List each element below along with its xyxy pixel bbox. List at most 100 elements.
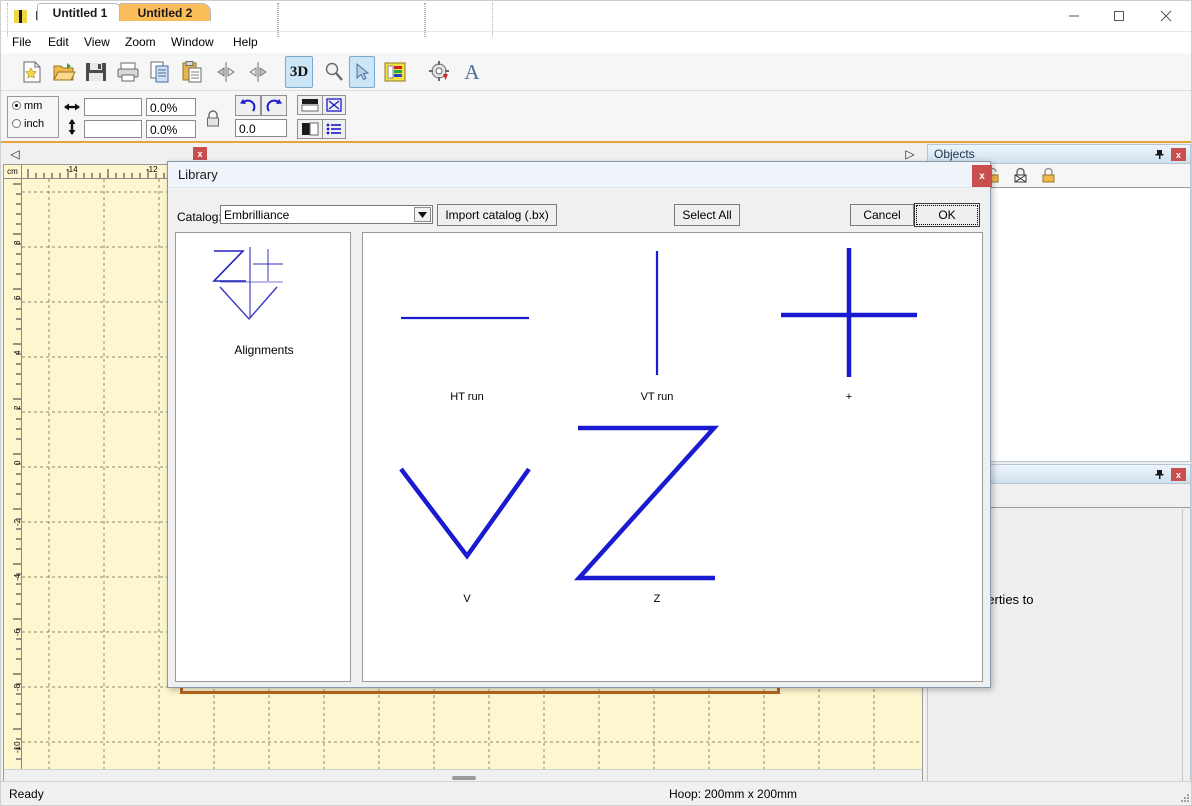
hruler-label-0: -14 (66, 165, 78, 174)
maximize-button[interactable] (1096, 1, 1141, 31)
cancel-button[interactable]: Cancel (850, 204, 914, 226)
list-view-icon[interactable] (322, 119, 346, 139)
unit-mm-label: mm (24, 100, 43, 112)
text-letter-a-icon[interactable]: A (457, 56, 487, 88)
menu-zoom[interactable]: Zoom (123, 35, 158, 51)
flip-vertical-icon[interactable] (243, 56, 273, 88)
vruler-label-9: -10 (13, 741, 22, 753)
text-tool-label: A (464, 59, 480, 84)
objects-panel-close-button[interactable]: x (1171, 148, 1186, 161)
design-item-vt-run[interactable]: VT run (567, 243, 747, 403)
height-percent-input[interactable]: 0.0% (146, 120, 196, 138)
design-item-v[interactable]: V (377, 423, 557, 608)
tab-untitled-1[interactable]: Untitled 1 (37, 3, 123, 21)
pin-icon[interactable] (1153, 148, 1166, 161)
radio-dot-inch (12, 119, 21, 128)
design-item-z[interactable]: Z (567, 423, 747, 608)
align-horizontal-icon[interactable] (297, 95, 323, 115)
menu-file[interactable]: File (10, 35, 33, 51)
library-dialog-toolbar: Catalog: Embrilliance Import catalog (.b… (168, 188, 990, 234)
resize-grip[interactable] (1178, 791, 1190, 803)
design-label-vt-run: VT run (640, 391, 674, 403)
menu-view[interactable]: View (82, 35, 112, 51)
properties-scrollbar[interactable] (1182, 509, 1190, 781)
color-list-icon[interactable] (380, 56, 410, 88)
objects-panel-title: Objects (934, 147, 975, 161)
minimize-button[interactable] (1051, 1, 1096, 31)
hruler-label-1: -12 (146, 165, 158, 174)
tab-untitled-2[interactable]: Untitled 2 (119, 3, 211, 21)
library-category-list[interactable]: Alignments (175, 232, 351, 682)
menu-window-label: Window (171, 35, 214, 49)
menu-help[interactable]: Help (231, 35, 260, 51)
open-folder-icon[interactable] (49, 56, 79, 88)
import-catalog-button[interactable]: Import catalog (.bx) (437, 204, 557, 226)
application-window: Embrilliance - Untitled 2 File Edit View… (0, 0, 1192, 806)
menu-edit[interactable]: Edit (46, 35, 71, 51)
new-icon[interactable] (17, 56, 47, 88)
radio-dot-mm (12, 101, 21, 110)
rotate-left-icon[interactable] (235, 95, 261, 116)
lock-closed-icon[interactable] (1040, 167, 1058, 184)
vruler-label-4: 0 (13, 460, 22, 465)
menu-help-label: Help (233, 35, 258, 49)
tab-close-button[interactable]: x (193, 147, 207, 160)
print-icon[interactable] (113, 56, 143, 88)
ruler-unit-label: cm (4, 165, 22, 179)
ok-button[interactable]: OK (914, 203, 980, 227)
units-group: mm inch (7, 96, 59, 138)
design-label-plus: + (845, 391, 853, 403)
height-input[interactable] (84, 120, 142, 138)
lock-crossed-icon[interactable] (1012, 167, 1030, 184)
catalog-selected-value: Embrilliance (224, 208, 290, 222)
vruler-label-6: -4 (13, 573, 22, 581)
menu-edit-label: Edit (48, 35, 69, 49)
design-item-ht-run[interactable]: HT run (377, 243, 557, 403)
paste-icon[interactable] (177, 56, 207, 88)
catalog-label: Catalog: (177, 210, 222, 224)
tab-scroll-right-button[interactable]: ▷ (903, 147, 917, 161)
width-input[interactable] (84, 98, 142, 116)
rotation-input[interactable]: 0.0 (235, 119, 287, 137)
width-arrows-icon (63, 99, 81, 115)
design-label-ht-run: HT run (450, 391, 484, 403)
unit-radio-inch[interactable]: inch (12, 118, 44, 130)
settings-gear-icon[interactable] (425, 56, 455, 88)
canvas-scrollbar-thumb[interactable] (452, 776, 476, 780)
close-button[interactable] (1143, 1, 1188, 31)
save-floppy-icon[interactable] (81, 56, 111, 88)
align-vertical-icon[interactable] (297, 119, 323, 139)
unit-radio-mm[interactable]: mm (12, 100, 42, 112)
unit-inch-label: inch (24, 118, 45, 130)
chevron-down-icon[interactable] (414, 207, 431, 222)
tab-scroll-left-button[interactable]: ◁ (9, 147, 21, 161)
library-dialog-title: Library (178, 167, 218, 182)
library-design-grid[interactable]: HT run VT run + V Z (362, 232, 983, 682)
properties-panel-close-button[interactable]: x (1171, 468, 1186, 481)
three-d-icon[interactable]: 3D (285, 56, 313, 88)
copy-icon[interactable] (145, 56, 175, 88)
vertical-ruler[interactable]: 8 6 4 2 0 -2 -4 -6 -8 -10 (4, 179, 22, 769)
vruler-label-0: 8 (13, 240, 22, 245)
library-dialog-close-button[interactable]: x (972, 165, 992, 187)
rotate-right-icon[interactable] (261, 95, 287, 116)
catalog-dropdown[interactable]: Embrilliance (220, 205, 433, 224)
vruler-label-7: -6 (13, 628, 22, 636)
magnifier-icon[interactable] (319, 56, 349, 88)
vruler-label-5: -2 (13, 518, 22, 526)
pin-icon[interactable] (1153, 468, 1166, 481)
design-item-plus[interactable]: + (759, 243, 939, 403)
menu-window[interactable]: Window (169, 35, 216, 51)
select-all-button[interactable]: Select All (674, 204, 740, 226)
flip-horizontal-icon[interactable] (211, 56, 241, 88)
library-dialog-titlebar: Library (168, 162, 990, 188)
center-in-hoop-icon[interactable] (322, 95, 346, 115)
width-percent-input[interactable]: 0.0% (146, 98, 196, 116)
vruler-label-1: 6 (13, 295, 22, 300)
vruler-label-8: -8 (13, 683, 22, 691)
design-label-v: V (463, 593, 471, 605)
cursor-arrow-icon[interactable] (349, 56, 375, 88)
vruler-label-3: 2 (13, 405, 22, 410)
design-label-z: Z (653, 593, 661, 605)
lock-aspect-icon[interactable] (203, 109, 223, 129)
